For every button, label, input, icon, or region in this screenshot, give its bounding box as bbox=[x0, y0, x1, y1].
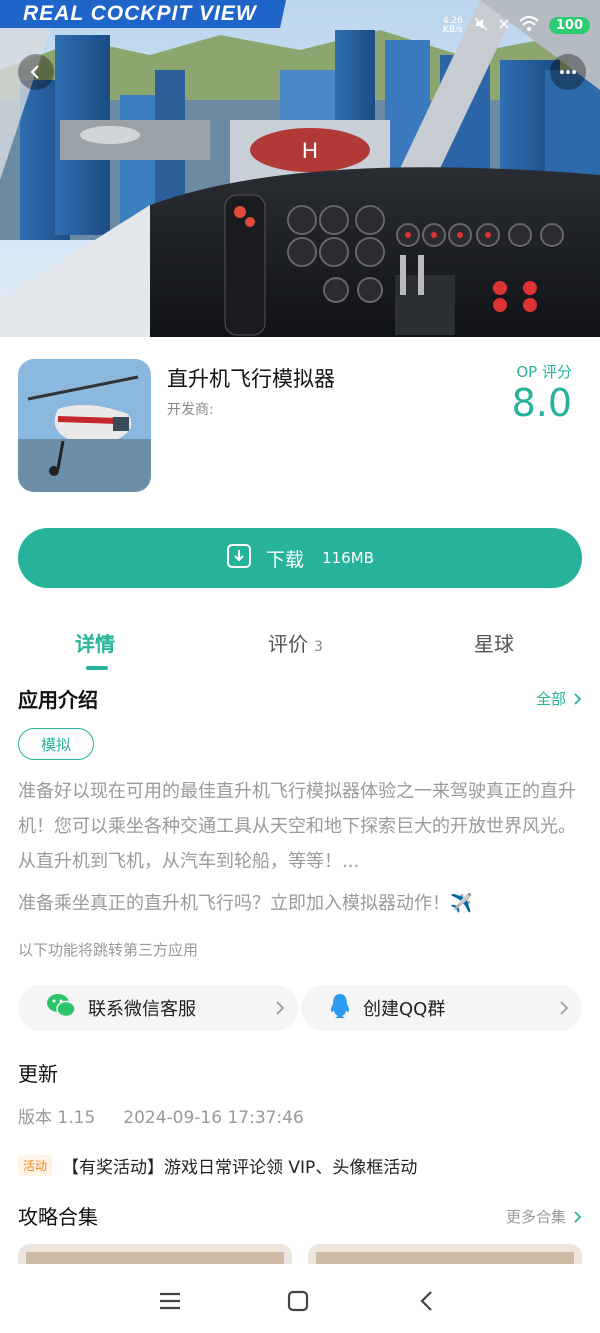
version-number: 版本 1.15 bbox=[18, 1108, 96, 1128]
hero-scene-image: H bbox=[0, 0, 600, 337]
home-square-icon bbox=[287, 1290, 309, 1312]
category-tag[interactable]: 模拟 bbox=[18, 728, 95, 760]
tab-reviews-count: 3 bbox=[314, 639, 323, 655]
chevron-right-icon bbox=[574, 692, 582, 705]
download-icon bbox=[226, 543, 252, 573]
tab-reviews-label: 评价 bbox=[268, 632, 308, 656]
guide-card[interactable] bbox=[308, 1244, 582, 1264]
intro-title: 应用介绍 bbox=[18, 688, 98, 712]
mute-icon bbox=[473, 16, 489, 35]
wifi-icon bbox=[519, 16, 539, 35]
update-title: 更新 bbox=[18, 1062, 58, 1086]
hero-title-text: REAL COCKPIT VIEW bbox=[23, 2, 257, 25]
chevron-right-icon bbox=[560, 1001, 568, 1015]
download-button[interactable]: 下载 116MB bbox=[18, 528, 582, 588]
app-description-extra: 准备乘坐真正的直升机飞行吗？立即加入模拟器动作！✈️ bbox=[18, 893, 473, 914]
activity-badge: 活动 bbox=[18, 1155, 53, 1176]
wechat-icon bbox=[46, 993, 76, 1023]
more-options-button[interactable] bbox=[550, 54, 586, 90]
wechat-service-button[interactable]: 联系微信客服 bbox=[18, 985, 298, 1031]
battery-indicator: 100 bbox=[548, 17, 590, 34]
home-button[interactable] bbox=[283, 1286, 313, 1316]
menu-button[interactable] bbox=[155, 1286, 185, 1316]
status-bar-right: 4.26 KB/s 100 bbox=[443, 16, 590, 35]
system-nav-bar bbox=[0, 1264, 600, 1333]
intro-more-link[interactable]: 全部 bbox=[536, 688, 582, 709]
intro-more-label: 全部 bbox=[535, 690, 566, 708]
download-size: 116MB bbox=[322, 549, 374, 567]
hero-title-banner: REAL COCKPIT VIEW bbox=[0, 0, 286, 28]
version-info: 版本 1.15 2024-09-16 17:37:46 bbox=[18, 1103, 304, 1128]
guide-cards bbox=[18, 1244, 582, 1264]
tab-details[interactable]: 详情 bbox=[75, 628, 115, 657]
wechat-service-label: 联系微信客服 bbox=[88, 999, 196, 1020]
chevron-right-icon bbox=[276, 1001, 284, 1015]
guides-title: 攻略合集 bbox=[18, 1205, 98, 1229]
hero-banner: H REAL COCKPIT VIEW 4.26 KB/s 100 bbox=[0, 0, 600, 337]
rating-score: 8.0 bbox=[511, 381, 572, 425]
app-info-section: 直升机飞行模拟器 开发商: OP 评分 8.0 bbox=[18, 359, 582, 493]
nav-back-button[interactable] bbox=[411, 1286, 441, 1316]
chevron-right-icon bbox=[574, 1210, 582, 1223]
tab-planet[interactable]: 星球 bbox=[474, 628, 514, 657]
active-tab-indicator bbox=[86, 666, 108, 670]
menu-icon bbox=[160, 1292, 180, 1310]
qq-group-label: 创建QQ群 bbox=[363, 999, 446, 1020]
network-speed: 4.26 KB/s bbox=[442, 16, 463, 35]
tab-details-label: 详情 bbox=[75, 632, 115, 656]
guides-more-label: 更多合集 bbox=[505, 1208, 566, 1226]
activity-text: 【有奖活动】游戏日常评论领 VIP、头像框活动 bbox=[62, 1158, 418, 1178]
download-label: 下载 bbox=[266, 548, 305, 571]
activity-row[interactable]: 活动 【有奖活动】游戏日常评论领 VIP、头像框活动 bbox=[18, 1153, 417, 1178]
back-button[interactable] bbox=[18, 54, 54, 90]
chevron-left-icon bbox=[30, 65, 39, 79]
third-party-notice: 以下功能将跳转第三方应用 bbox=[18, 941, 199, 959]
app-description: 准备好以现在可用的最佳直升机飞行模拟器体验之一来驾驶真正的直升机！您可以乘坐各种… bbox=[18, 781, 576, 872]
close-small-icon bbox=[499, 19, 509, 32]
qq-icon bbox=[329, 993, 351, 1023]
net-speed-unit: KB/s bbox=[442, 24, 463, 35]
tab-planet-label: 星球 bbox=[474, 632, 514, 656]
app-name: 直升机飞行模拟器 bbox=[167, 367, 335, 391]
svg-text:H: H bbox=[302, 138, 318, 163]
create-qq-group-button[interactable]: 创建QQ群 bbox=[301, 985, 582, 1031]
guide-card[interactable] bbox=[18, 1244, 292, 1264]
more-dots-icon bbox=[560, 70, 576, 74]
tab-reviews[interactable]: 评价 3 bbox=[268, 628, 323, 657]
back-arrow-icon bbox=[420, 1291, 432, 1311]
app-icon bbox=[18, 359, 151, 492]
update-date: 2024-09-16 17:37:46 bbox=[123, 1108, 304, 1128]
guides-more-link[interactable]: 更多合集 bbox=[506, 1206, 582, 1227]
developer-label: 开发商: bbox=[167, 402, 214, 418]
tab-bar: 详情 评价 3 星球 bbox=[0, 618, 600, 670]
rating-label: OP 评分 bbox=[516, 363, 572, 381]
